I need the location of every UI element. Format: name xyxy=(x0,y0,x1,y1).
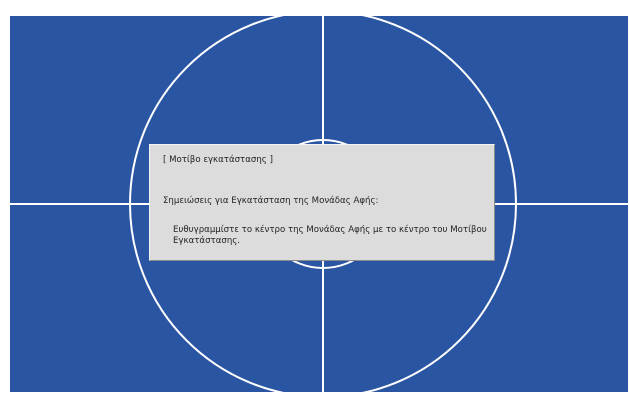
notes-body: Ευθυγραμμίστε το κέντρο της Μονάδας Αφής… xyxy=(173,225,487,246)
notes-heading: Σημειώσεις για Εγκατάσταση της Μονάδας Α… xyxy=(163,196,379,206)
installation-notes-dialog: [ Μοτίβο εγκατάστασης ] Σημειώσεις για Ε… xyxy=(149,144,495,261)
dialog-title: [ Μοτίβο εγκατάστασης ] xyxy=(163,155,273,165)
installation-pattern-screen: [ Μοτίβο εγκατάστασης ] Σημειώσεις για Ε… xyxy=(0,0,629,396)
